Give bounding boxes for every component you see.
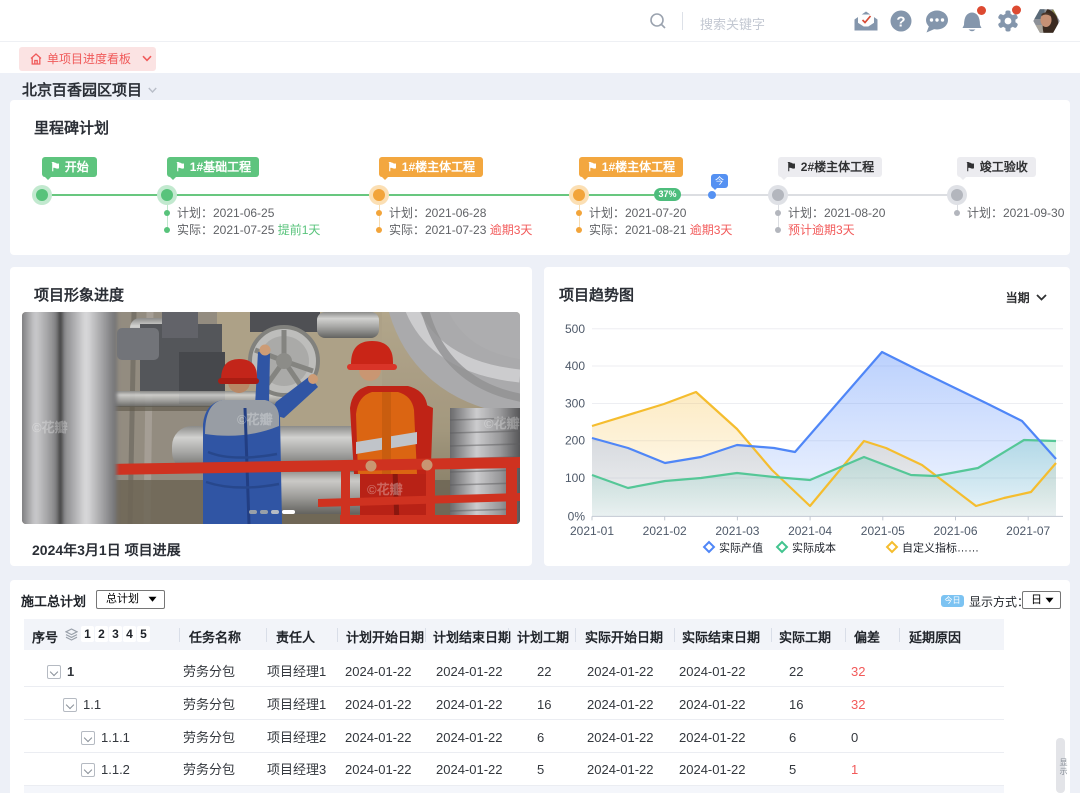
svg-text:2021-07: 2021-07: [1006, 524, 1050, 538]
svg-text:实际成本: 实际成本: [792, 541, 836, 555]
svg-text:400: 400: [565, 359, 585, 373]
svg-text:2021-05: 2021-05: [861, 524, 905, 538]
svg-text:2021-01: 2021-01: [570, 524, 614, 538]
svg-text:200: 200: [565, 434, 585, 448]
svg-text:2021-06: 2021-06: [933, 524, 977, 538]
svg-text:2021-04: 2021-04: [788, 524, 832, 538]
svg-text:自定义指标……: 自定义指标……: [902, 541, 979, 555]
svg-text:?: ?: [896, 14, 905, 31]
svg-text:0%: 0%: [568, 509, 586, 523]
svg-text:100: 100: [565, 471, 585, 485]
svg-text:2021-02: 2021-02: [643, 524, 687, 538]
svg-text:300: 300: [565, 397, 585, 411]
svg-text:500: 500: [565, 322, 585, 336]
svg-text:2021-03: 2021-03: [715, 524, 759, 538]
svg-text:实际产值: 实际产值: [719, 541, 763, 555]
